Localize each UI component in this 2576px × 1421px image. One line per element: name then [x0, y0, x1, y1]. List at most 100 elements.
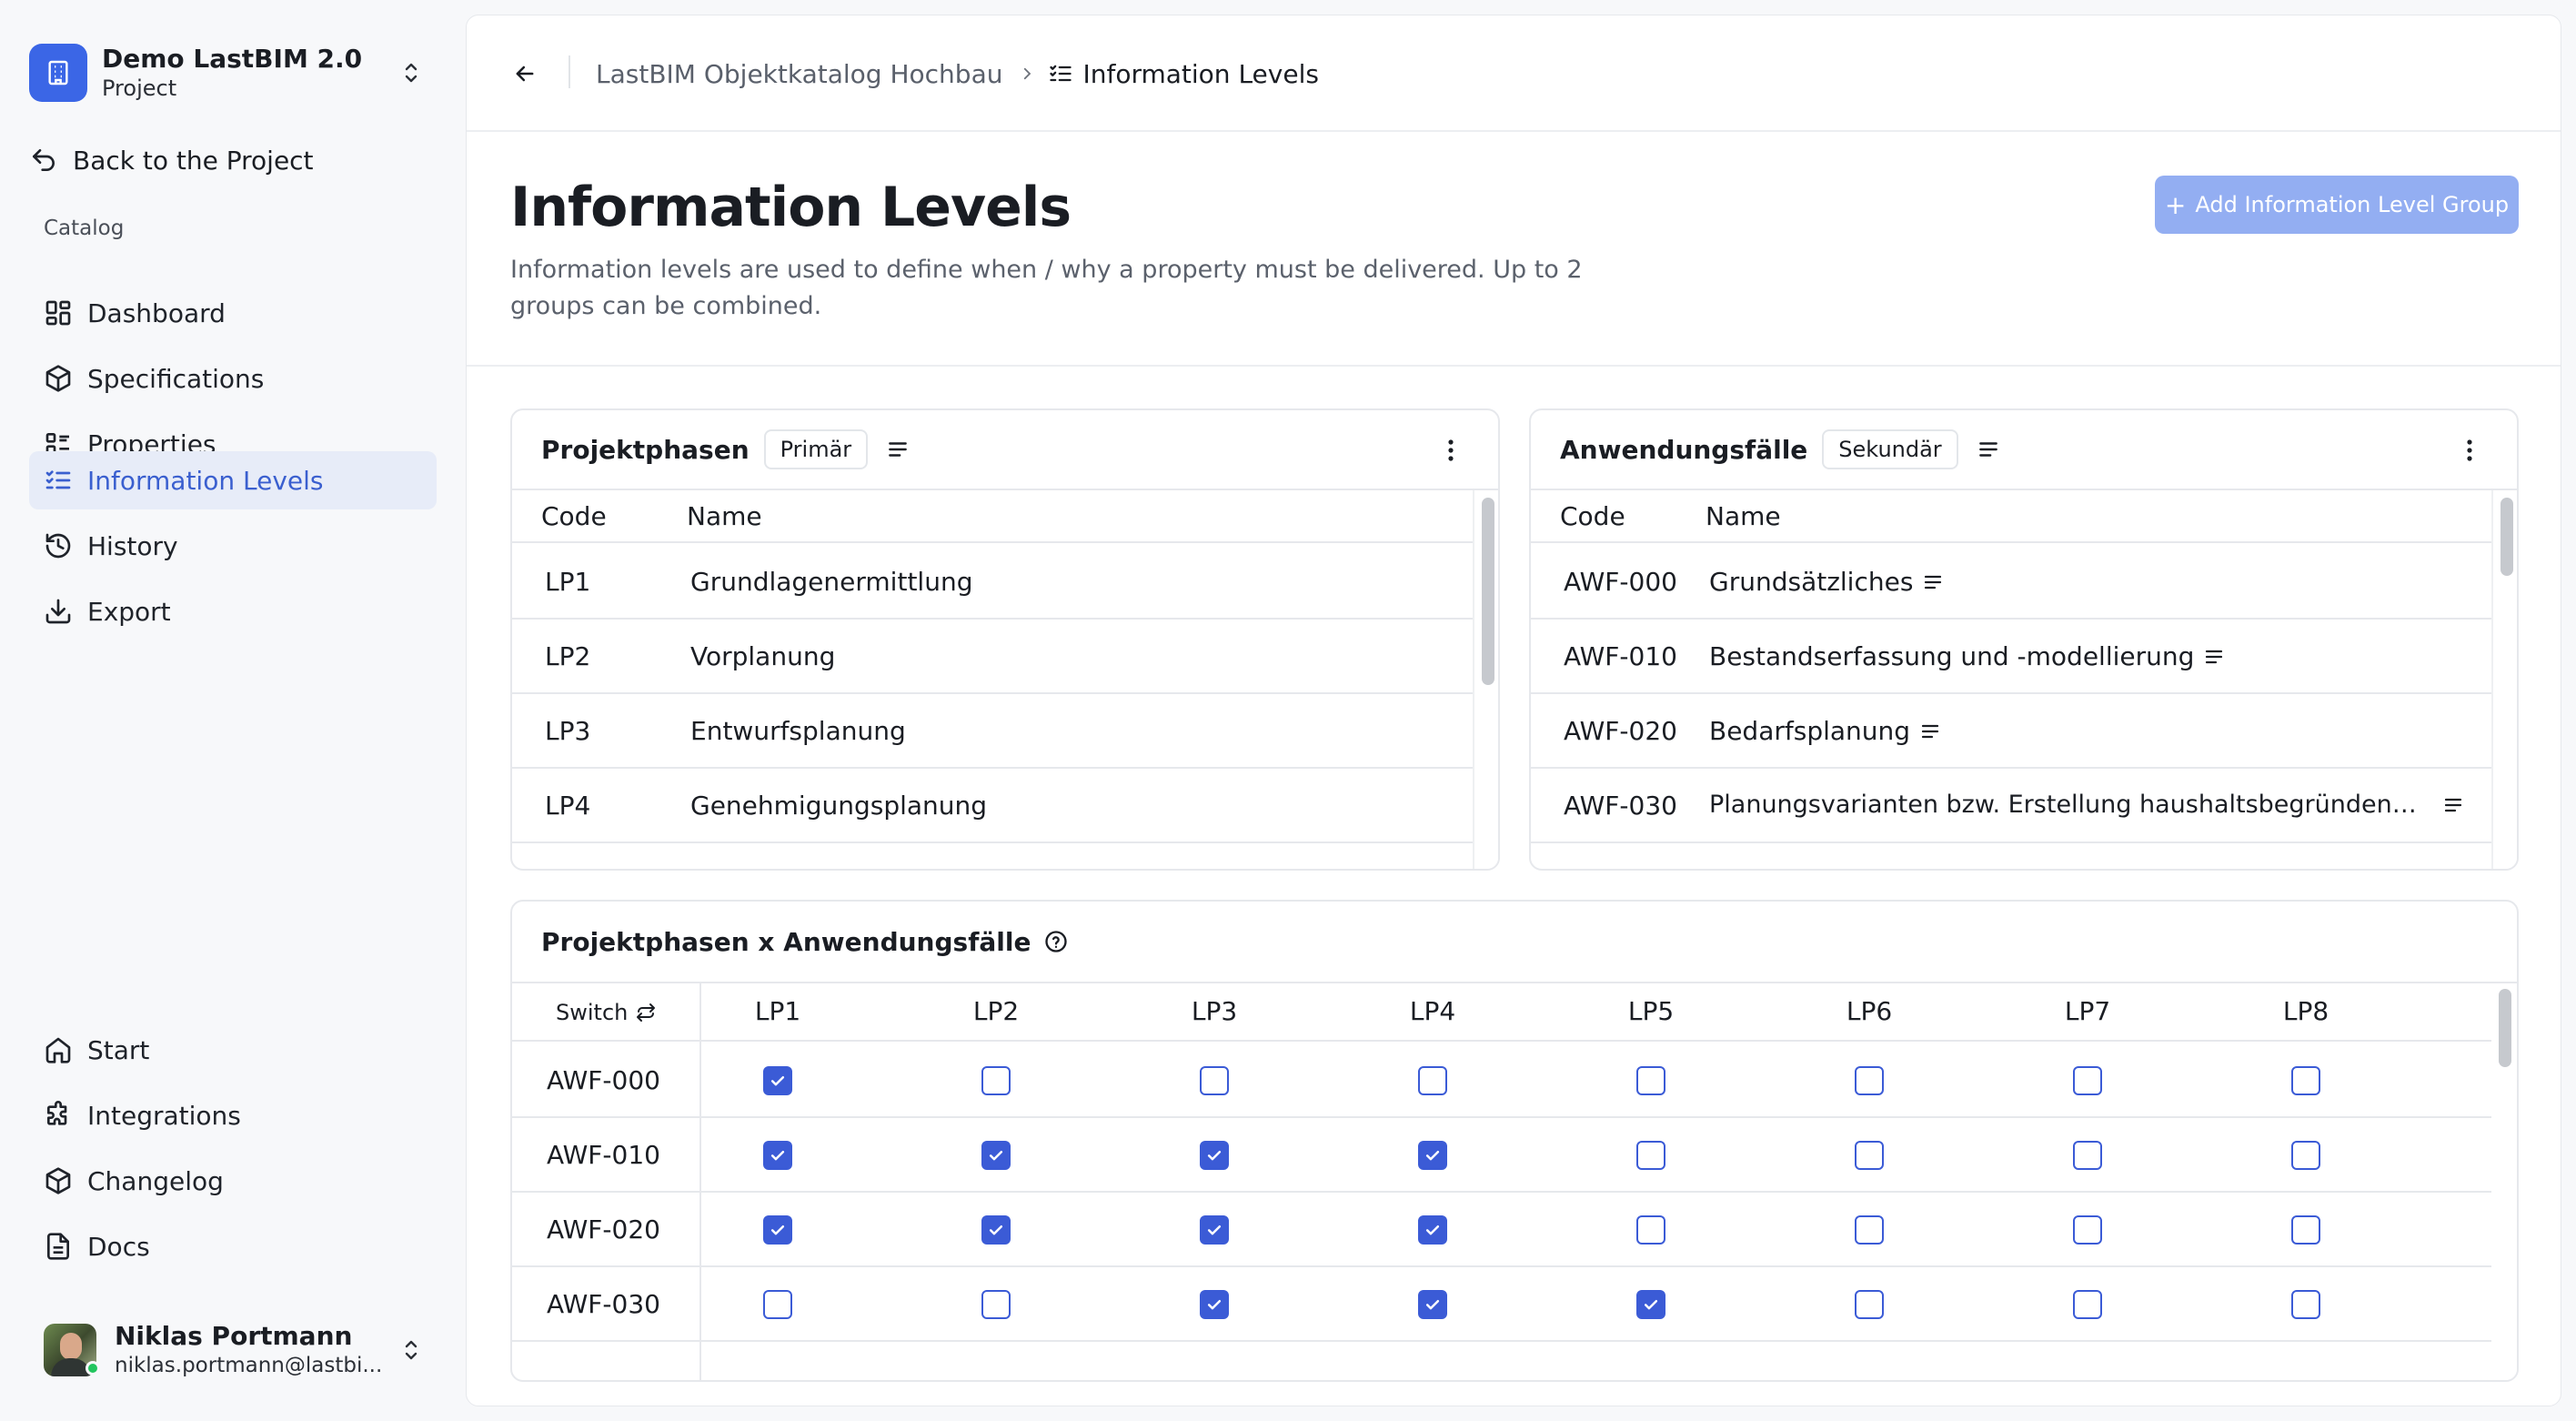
checkbox-unchecked[interactable]	[2073, 1066, 2102, 1095]
table-row[interactable]: AWF-030 Planungsvarianten bzw. Erstellun…	[1531, 769, 2491, 843]
sidebar-item-docs[interactable]: Docs	[29, 1217, 437, 1275]
sidebar-item-integrations[interactable]: Integrations	[29, 1086, 437, 1144]
checkbox-unchecked[interactable]	[2291, 1215, 2320, 1245]
scrollbar-thumb[interactable]	[1482, 498, 1494, 685]
more-vertical-icon[interactable]	[1436, 436, 1465, 465]
sidebar-item-information-levels[interactable]: Information Levels	[29, 451, 437, 509]
checkbox-unchecked[interactable]	[1855, 1066, 1884, 1095]
description-lines-icon[interactable]	[2442, 794, 2464, 816]
switch-axes-button[interactable]: Switch	[556, 998, 657, 1027]
sidebar-item-dashboard[interactable]: Dashboard	[29, 284, 437, 342]
scrollbar[interactable]	[1473, 490, 1498, 869]
card-header: Projektphasen x Anwendungsfälle	[512, 902, 2517, 982]
checkbox-checked[interactable]	[981, 1215, 1011, 1245]
table-header: Code Name	[512, 490, 1473, 543]
checkbox-checked[interactable]	[981, 1141, 1011, 1170]
breadcrumb-current: Information Levels	[1082, 58, 1319, 89]
document-icon	[44, 1232, 73, 1261]
checkbox-unchecked[interactable]	[1636, 1141, 1665, 1170]
table-row[interactable]: LP3 Entwurfsplanung	[512, 694, 1473, 769]
back-to-project-link[interactable]: Back to the Project	[29, 138, 314, 182]
card-title: Projektphasen x Anwendungsfälle	[541, 926, 1031, 957]
chevron-up-down-icon	[393, 55, 429, 91]
checkbox-checked[interactable]	[763, 1215, 792, 1245]
checkbox-checked[interactable]	[1418, 1141, 1447, 1170]
checkbox-checked[interactable]	[1418, 1290, 1447, 1319]
check-icon	[1207, 1300, 1222, 1310]
scrollbar-thumb[interactable]	[2499, 989, 2511, 1067]
description-lines-icon[interactable]	[1919, 721, 1941, 742]
checkbox-checked[interactable]	[763, 1141, 792, 1170]
table-row[interactable]: AWF-000 Grundsätzliches	[1531, 545, 2491, 620]
checkbox-checked[interactable]	[1200, 1290, 1229, 1319]
description-lines-icon[interactable]	[2203, 646, 2225, 668]
table-row[interactable]: AWF-010 Bestandserfassung und -modellier…	[1531, 620, 2491, 694]
matrix-card: Projektphasen x Anwendungsfälle Switch L…	[510, 900, 2519, 1382]
primary-badge: Primär	[763, 429, 869, 469]
sidebar-item-specifications[interactable]: Specifications	[29, 349, 437, 408]
checkbox-checked[interactable]	[1418, 1215, 1447, 1245]
checkbox-unchecked[interactable]	[981, 1066, 1011, 1095]
scrollbar-thumb[interactable]	[2501, 498, 2513, 576]
checkbox-unchecked[interactable]	[763, 1290, 792, 1319]
row-name: Entwurfsplanung	[690, 716, 906, 746]
switch-label: Switch	[556, 1000, 629, 1025]
projektphasen-card: Projektphasen Primär Code Name LP1 Grund…	[510, 408, 1500, 871]
checkbox-unchecked[interactable]	[1855, 1141, 1884, 1170]
chevron-up-down-icon	[393, 1332, 429, 1368]
add-information-level-group-button[interactable]: + Add Information Level Group	[2155, 176, 2519, 234]
card-header: Projektphasen Primär	[512, 410, 1498, 490]
sidebar-item-history[interactable]: History	[29, 517, 437, 575]
back-arrow-icon[interactable]	[507, 55, 543, 92]
plus-icon: +	[2164, 189, 2187, 220]
sidebar-item-start[interactable]: Start	[29, 1021, 437, 1079]
checkbox-unchecked[interactable]	[2073, 1215, 2102, 1245]
checkbox-unchecked[interactable]	[1636, 1215, 1665, 1245]
project-switcher[interactable]: Demo LastBIM 2.0 Project	[29, 36, 429, 109]
check-icon	[989, 1225, 1003, 1235]
description-lines-icon[interactable]	[1922, 571, 1944, 593]
checkbox-unchecked[interactable]	[1200, 1066, 1229, 1095]
checkbox-unchecked[interactable]	[981, 1290, 1011, 1319]
checkbox-checked[interactable]	[1200, 1215, 1229, 1245]
scrollbar[interactable]	[2491, 490, 2517, 869]
check-icon	[770, 1151, 785, 1161]
project-name: Demo LastBIM 2.0	[102, 44, 363, 74]
table-header: Code Name	[1531, 490, 2491, 543]
description-lines-icon[interactable]	[886, 438, 910, 461]
checkbox-checked[interactable]	[1200, 1141, 1229, 1170]
table-row[interactable]: LP2 Vorplanung	[512, 620, 1473, 694]
table-row[interactable]: LP1 Grundlagenermittlung	[512, 545, 1473, 620]
checkbox-unchecked[interactable]	[1636, 1066, 1665, 1095]
sidebar-item-changelog[interactable]: Changelog	[29, 1152, 437, 1210]
row-name: Bedarfsplanung	[1709, 716, 1911, 746]
checkbox-unchecked[interactable]	[2073, 1141, 2102, 1170]
checkbox-unchecked[interactable]	[2291, 1066, 2320, 1095]
sidebar-item-export[interactable]: Export	[29, 582, 437, 640]
row-name-wrap: Grundsätzliches	[1709, 567, 1944, 597]
checkbox-unchecked[interactable]	[1418, 1066, 1447, 1095]
check-icon	[1425, 1151, 1440, 1161]
checkbox-unchecked[interactable]	[1855, 1290, 1884, 1319]
matrix-column-header: LP8	[2282, 996, 2329, 1026]
user-menu[interactable]: Niklas Portmann niklas.portmann@lastbi..…	[44, 1317, 429, 1383]
checkbox-checked[interactable]	[1636, 1290, 1665, 1319]
matrix-column-header: LP5	[1627, 996, 1675, 1026]
matrix-row-code: AWF-000	[547, 1065, 660, 1095]
row-code: LP2	[545, 641, 591, 671]
table-row[interactable]: LP4 Genehmigungsplanung	[512, 769, 1473, 843]
column-header-code: Code	[541, 501, 607, 531]
matrix-row: AWF-020	[512, 1193, 2517, 1267]
checkbox-unchecked[interactable]	[2291, 1290, 2320, 1319]
sidebar-item-label: Changelog	[87, 1165, 224, 1196]
breadcrumb-catalog[interactable]: LastBIM Objektkatalog Hochbau	[596, 59, 1002, 89]
checkbox-checked[interactable]	[763, 1066, 792, 1095]
checkbox-unchecked[interactable]	[2073, 1290, 2102, 1319]
table-row[interactable]: AWF-020 Bedarfsplanung	[1531, 694, 2491, 769]
checkbox-unchecked[interactable]	[2291, 1141, 2320, 1170]
more-vertical-icon[interactable]	[2455, 436, 2484, 465]
description-lines-icon[interactable]	[1977, 438, 2000, 461]
checkbox-unchecked[interactable]	[1855, 1215, 1884, 1245]
scrollbar[interactable]	[2491, 983, 2517, 1380]
help-circle-icon[interactable]	[1043, 929, 1069, 954]
